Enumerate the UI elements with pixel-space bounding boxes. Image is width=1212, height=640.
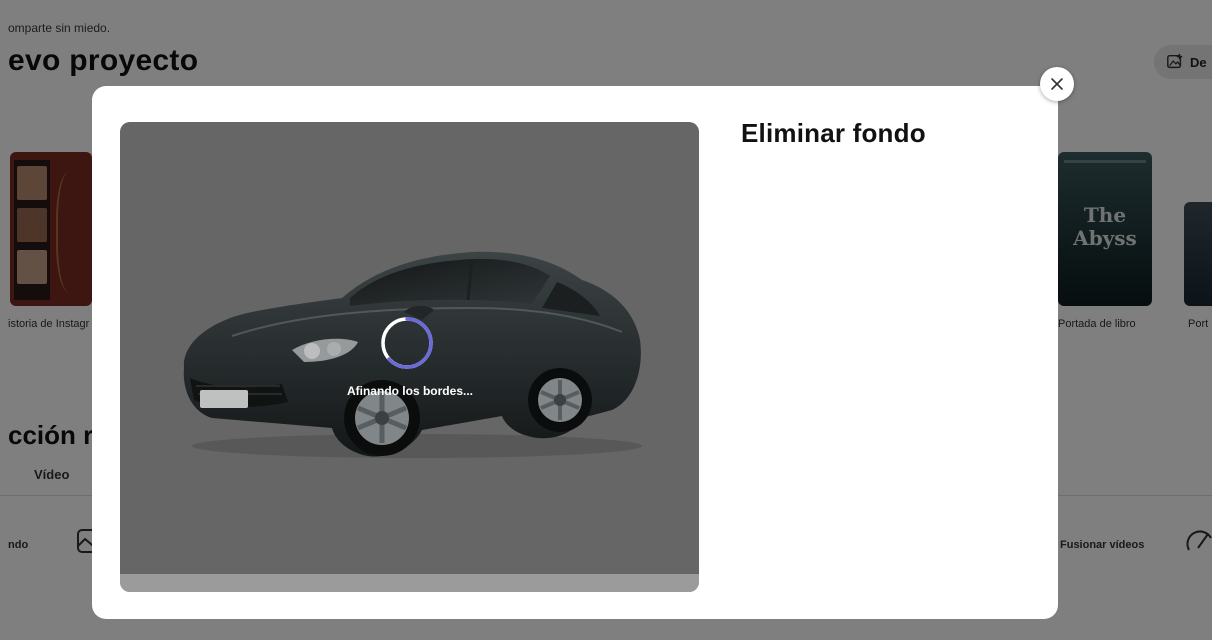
close-icon [1051,78,1063,90]
close-dialog-button[interactable] [1040,67,1074,101]
remove-background-dialog: Afinando los bordes... Eliminar fondo [92,86,1058,619]
processing-status-text: Afinando los bordes... [346,384,473,398]
dialog-title: Eliminar fondo [741,118,926,148]
preview-footer-bar [120,574,699,592]
image-preview: Afinando los bordes... [120,122,699,592]
loading-spinner-icon [381,317,433,369]
